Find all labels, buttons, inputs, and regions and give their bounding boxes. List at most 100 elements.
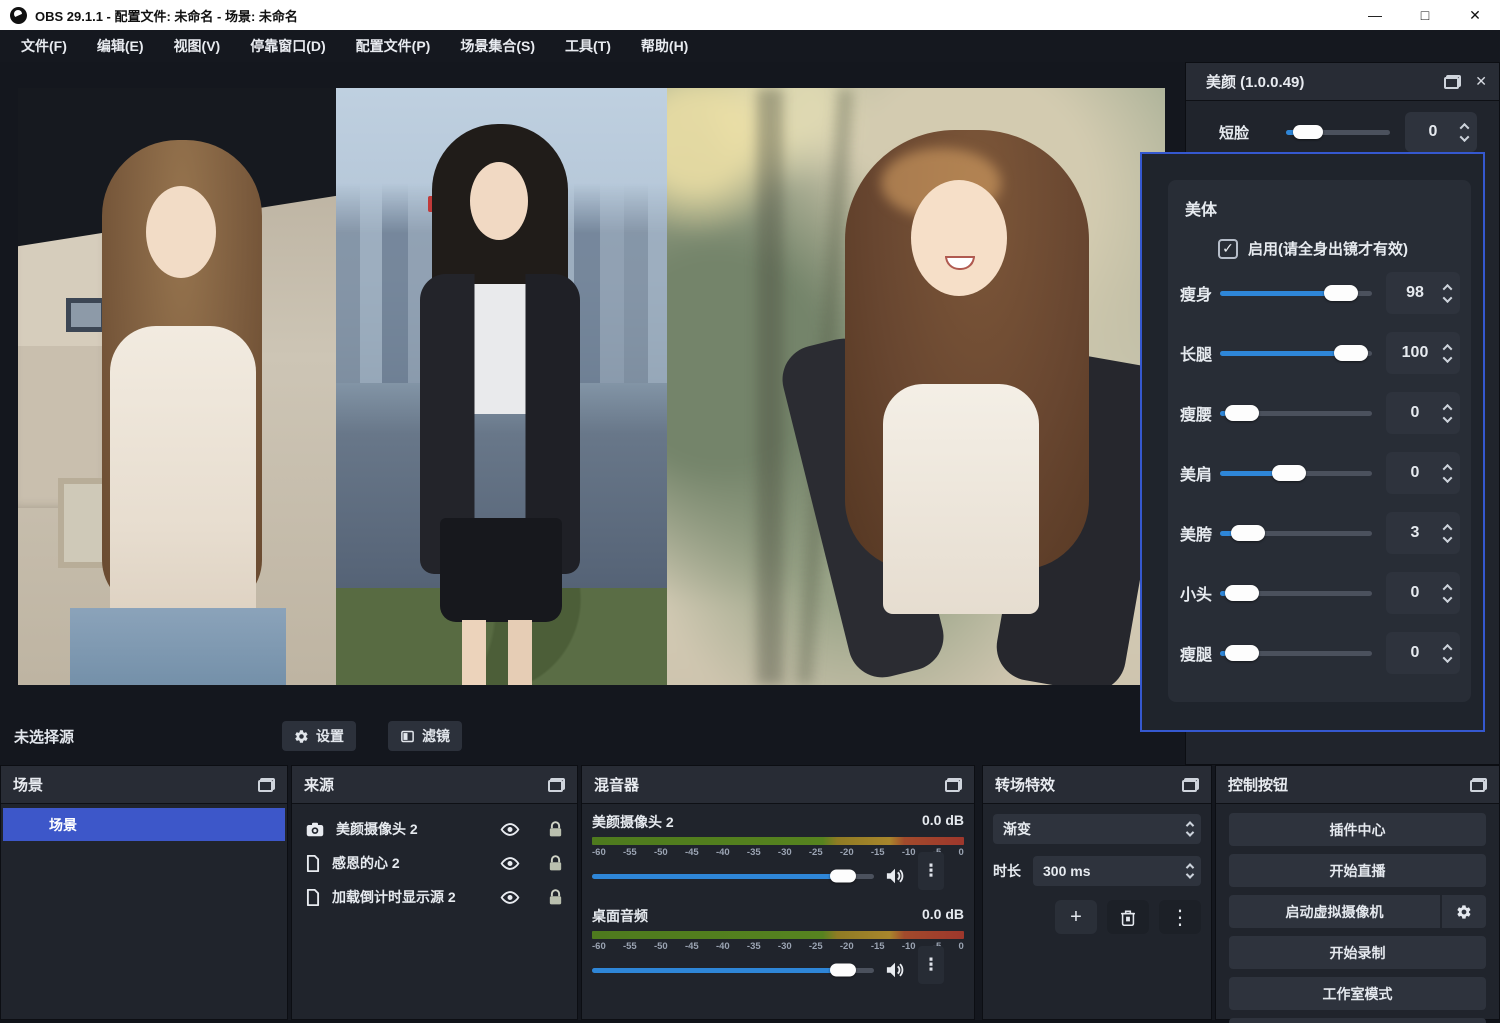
sources-dock: 来源 美颜摄像头 2 感恩的心 2 加载倒计时显示源 2 xyxy=(291,765,578,1020)
menu-tools[interactable]: 工具(T) xyxy=(550,30,626,62)
start-recording-button[interactable]: 开始录制 xyxy=(1229,936,1486,969)
db-tick: -40 xyxy=(716,847,730,858)
slim-legs-slider[interactable] xyxy=(1220,651,1372,656)
spinner-arrows-icon[interactable] xyxy=(1444,524,1451,543)
popout-icon[interactable] xyxy=(1444,75,1461,89)
spinner-arrows-icon[interactable] xyxy=(1444,644,1451,663)
slider-value-box[interactable]: 98 xyxy=(1386,272,1460,314)
popout-icon[interactable] xyxy=(945,778,962,792)
slider-value-box[interactable]: 0 xyxy=(1386,632,1460,674)
transition-select[interactable]: 渐变 xyxy=(993,814,1201,844)
long-legs-slider[interactable] xyxy=(1220,351,1372,356)
scene-list-item-selected[interactable]: 场景 xyxy=(3,808,285,841)
body-beauty-panel: 美体 ✓ 启用(请全身出镜才有效) 瘦身 98 长腿 100 瘦腰 0 美肩 xyxy=(1140,152,1485,732)
eye-icon[interactable] xyxy=(500,891,520,904)
close-icon[interactable]: ✕ xyxy=(1475,73,1487,90)
eye-icon[interactable] xyxy=(500,823,520,836)
spinner-arrows-icon[interactable] xyxy=(1444,404,1451,423)
slider-value-box[interactable]: 0 xyxy=(1386,452,1460,494)
spinner-arrows-icon[interactable] xyxy=(1461,123,1468,142)
studio-mode-button[interactable]: 工作室模式 xyxy=(1229,977,1486,1010)
preview-photo-1 xyxy=(18,88,336,685)
eye-icon[interactable] xyxy=(500,857,520,870)
menu-scene-collection[interactable]: 场景集合(S) xyxy=(445,30,550,62)
db-tick: -35 xyxy=(747,941,761,952)
short-face-slider[interactable] xyxy=(1286,130,1390,135)
beauty-dock-header: 美颜 (1.0.0.49) ✕ xyxy=(1186,63,1499,101)
volume-slider[interactable] xyxy=(592,968,874,973)
source-row-camera[interactable]: 美颜摄像头 2 xyxy=(292,812,577,846)
slider-value-box[interactable]: 0 xyxy=(1386,572,1460,614)
duration-spinbox[interactable]: 300 ms xyxy=(1033,856,1201,886)
small-head-slider[interactable] xyxy=(1220,591,1372,596)
popout-icon[interactable] xyxy=(1470,778,1487,792)
controls-dock-header: 控制按钮 xyxy=(1216,766,1499,804)
add-transition-button[interactable]: + xyxy=(1055,900,1097,934)
lock-icon[interactable] xyxy=(548,889,563,906)
enable-checkbox[interactable]: ✓ xyxy=(1218,239,1238,259)
media-icon xyxy=(306,889,320,906)
chevron-updown-icon xyxy=(1187,863,1193,879)
source-name: 美颜摄像头 2 xyxy=(336,819,490,839)
volume-slider[interactable] xyxy=(592,874,874,879)
source-settings-button[interactable]: 设置 xyxy=(282,721,356,751)
sources-dock-header: 来源 xyxy=(292,766,577,804)
settings-button-partial[interactable] xyxy=(1229,1018,1486,1023)
close-button[interactable]: ✕ xyxy=(1450,0,1500,30)
preview-canvas[interactable] xyxy=(18,88,1165,685)
spinner-arrows-icon[interactable] xyxy=(1444,584,1451,603)
menu-help[interactable]: 帮助(H) xyxy=(626,30,703,62)
slim-waist-slider[interactable] xyxy=(1220,411,1372,416)
speaker-icon[interactable] xyxy=(884,961,906,979)
start-virtual-camera-button[interactable]: 启动虚拟摄像机 xyxy=(1229,895,1440,928)
hips-slider[interactable] xyxy=(1220,531,1372,536)
popout-icon[interactable] xyxy=(548,778,565,792)
menu-profile[interactable]: 配置文件(P) xyxy=(341,30,446,62)
slider-value-box[interactable]: 0 xyxy=(1386,392,1460,434)
slider-value-box[interactable]: 3 xyxy=(1386,512,1460,554)
source-filters-button[interactable]: 滤镜 xyxy=(388,721,462,751)
track-menu-button[interactable]: ⋮ xyxy=(918,946,944,984)
slider-label: 短脸 xyxy=(1219,122,1261,143)
start-streaming-button[interactable]: 开始直播 xyxy=(1229,854,1486,887)
mixer-track-camera: 美颜摄像头 2 0.0 dB -60-55-50-45-40-35-30-25-… xyxy=(582,804,974,888)
transition-menu-button[interactable]: ⋮ xyxy=(1159,900,1201,934)
speaker-icon[interactable] xyxy=(884,867,906,885)
lock-icon[interactable] xyxy=(548,855,563,872)
db-tick: -10 xyxy=(902,941,916,952)
controls-dock: 控制按钮 插件中心 开始直播 启动虚拟摄像机 开始录制 工作室模式 xyxy=(1215,765,1500,1020)
shoulders-slider[interactable] xyxy=(1220,471,1372,476)
virtual-camera-settings-button[interactable] xyxy=(1442,895,1486,928)
track-menu-button[interactable]: ⋮ xyxy=(918,852,944,890)
plugin-center-button[interactable]: 插件中心 xyxy=(1229,813,1486,846)
db-tick: -15 xyxy=(871,847,885,858)
remove-transition-button[interactable] xyxy=(1107,900,1149,934)
slim-body-slider[interactable] xyxy=(1220,291,1372,296)
slider-row-slim-waist: 瘦腰 0 xyxy=(1168,383,1471,443)
beauty-dock-title: 美颜 (1.0.0.49) xyxy=(1206,71,1304,92)
menu-edit[interactable]: 编辑(E) xyxy=(82,30,159,62)
body-panel-title: 美体 xyxy=(1185,196,1471,220)
maximize-button[interactable]: □ xyxy=(1400,0,1450,30)
menu-docks[interactable]: 停靠窗口(D) xyxy=(235,30,340,62)
track-db: 0.0 dB xyxy=(922,812,964,832)
duration-value: 300 ms xyxy=(1043,863,1090,879)
menu-view[interactable]: 视图(V) xyxy=(159,30,236,62)
spinner-arrows-icon[interactable] xyxy=(1444,344,1451,363)
source-name: 加载倒计时显示源 2 xyxy=(332,887,490,907)
popout-icon[interactable] xyxy=(1182,778,1199,792)
media-icon xyxy=(306,855,320,872)
source-row-media-1[interactable]: 感恩的心 2 xyxy=(292,846,577,880)
slider-row-long-legs: 长腿 100 xyxy=(1168,323,1471,383)
slider-value-box[interactable]: 100 xyxy=(1386,332,1460,374)
source-row-media-2[interactable]: 加载倒计时显示源 2 xyxy=(292,880,577,914)
menu-file[interactable]: 文件(F) xyxy=(6,30,82,62)
spinner-arrows-icon[interactable] xyxy=(1444,464,1451,483)
slider-value-box[interactable]: 0 xyxy=(1405,112,1477,152)
spinner-arrows-icon[interactable] xyxy=(1444,284,1451,303)
popout-icon[interactable] xyxy=(258,778,275,792)
lock-icon[interactable] xyxy=(548,821,563,838)
minimize-button[interactable]: — xyxy=(1350,0,1400,30)
transitions-dock: 转场特效 渐变 时长 300 ms + ⋮ xyxy=(982,765,1212,1020)
db-tick: -20 xyxy=(840,847,854,858)
